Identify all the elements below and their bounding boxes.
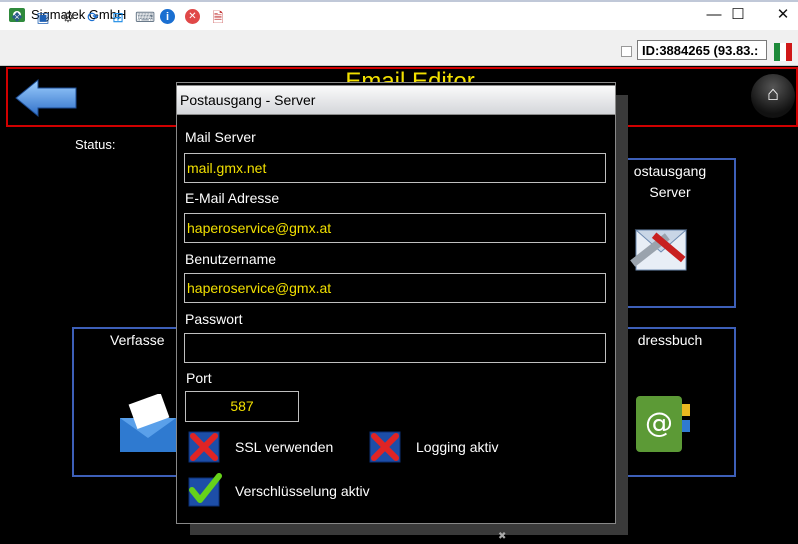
mail-server-label: Mail Server bbox=[185, 129, 256, 145]
tools-envelope-icon bbox=[630, 229, 688, 271]
ssl-label: SSL verwenden bbox=[235, 439, 334, 455]
tile-outgoing-label-1: ostausgang bbox=[633, 163, 707, 179]
keyboard-icon[interactable]: ⌨ bbox=[135, 9, 155, 25]
fullscreen-icon[interactable]: ▣ bbox=[35, 9, 51, 25]
email-label: E-Mail Adresse bbox=[185, 190, 280, 206]
username-field[interactable]: haperoservice@gmx.at bbox=[184, 273, 606, 303]
tile-outgoing-label-2: Server bbox=[649, 184, 691, 200]
logging-checkbox-x-icon[interactable] bbox=[367, 429, 403, 465]
back-arrow-icon[interactable] bbox=[14, 78, 78, 118]
addressbook-icon: @ bbox=[636, 396, 690, 452]
settings-gear-icon[interactable]: ⚙ bbox=[60, 9, 76, 25]
connection-id-field[interactable]: ID:3884265 (93.83.: bbox=[637, 40, 767, 60]
info-icon[interactable]: i bbox=[160, 9, 175, 24]
document-close-icon[interactable]: 🗎 bbox=[210, 9, 226, 25]
port-field[interactable]: 587 bbox=[185, 391, 299, 422]
tile-addressbook-label: dressbuch bbox=[637, 332, 703, 348]
home-button[interactable]: ⌂ bbox=[751, 74, 795, 118]
resize-grip-icon[interactable]: ✖ bbox=[498, 531, 506, 542]
stop-icon[interactable]: ✕ bbox=[185, 9, 200, 24]
port-label: Port bbox=[186, 370, 212, 386]
flag-icon bbox=[774, 43, 792, 61]
network-icon[interactable]: ❖ bbox=[9, 9, 25, 25]
windows-icon[interactable]: ⊞ bbox=[110, 9, 126, 25]
password-label: Passwort bbox=[185, 311, 243, 327]
svg-text:@: @ bbox=[645, 406, 673, 439]
username-label: Benutzername bbox=[185, 251, 277, 267]
refresh-icon[interactable]: ⟳ bbox=[85, 9, 101, 25]
envelope-icon bbox=[120, 394, 176, 452]
ssl-checkbox-x-icon[interactable] bbox=[186, 429, 222, 465]
mail-server-field[interactable]: mail.gmx.net bbox=[184, 153, 606, 183]
encryption-checkbox-check-icon[interactable] bbox=[186, 473, 222, 509]
status-label: Status: bbox=[75, 137, 116, 152]
logging-label: Logging aktiv bbox=[416, 439, 499, 455]
close-button[interactable]: ✕ bbox=[763, 2, 798, 28]
email-field[interactable]: haperoservice@gmx.at bbox=[184, 213, 606, 243]
password-field[interactable] bbox=[184, 333, 606, 363]
dialog-title: Postausgang - Server bbox=[176, 85, 616, 115]
tile-compose-label: Verfasse bbox=[110, 332, 165, 348]
maximize-button[interactable]: ☐ bbox=[718, 2, 758, 28]
encryption-label: Verschlüsselung aktiv bbox=[235, 483, 370, 499]
connection-checkbox[interactable] bbox=[621, 46, 632, 57]
home-icon: ⌂ bbox=[766, 83, 780, 105]
